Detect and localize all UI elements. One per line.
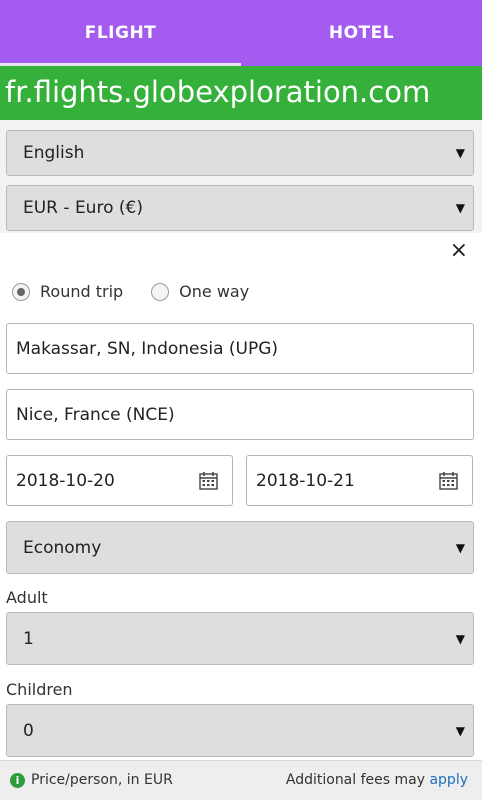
origin-value: Makassar, SN, Indonesia (UPG) (16, 338, 279, 359)
destination-value: Nice, France (NCE) (16, 404, 175, 425)
info-icon: i (10, 772, 25, 788)
currency-value: EUR - Euro (€) (23, 198, 143, 218)
caret-down-icon: ▼ (455, 723, 465, 738)
cabin-class-select[interactable]: Economy ▼ (6, 521, 474, 574)
language-select[interactable]: English ▼ (6, 130, 474, 176)
one-way-label[interactable]: One way (179, 282, 249, 301)
adult-value: 1 (23, 628, 34, 649)
tab-hotel-label: HOTEL (328, 23, 395, 43)
tab-hotel[interactable]: HOTEL (241, 0, 482, 66)
calendar-icon[interactable] (199, 471, 218, 490)
price-note: i Price/person, in EUR (10, 772, 173, 788)
children-value: 0 (23, 720, 34, 741)
tab-bar: FLIGHT HOTEL (0, 0, 482, 66)
fees-text: Additional fees may (285, 772, 426, 788)
currency-select[interactable]: EUR - Euro (€) ▼ (6, 185, 474, 231)
adult-label: Adult (6, 588, 48, 607)
round-trip-radio[interactable] (12, 282, 30, 301)
caret-down-icon: ▼ (455, 146, 465, 160)
return-date-value: 2018-10-21 (256, 470, 355, 491)
return-date-field[interactable]: 2018-10-21 (246, 455, 473, 506)
destination-field[interactable]: Nice, France (NCE) (6, 389, 474, 440)
close-icon[interactable]: × (450, 240, 468, 262)
price-note-text: Price/person, in EUR (31, 772, 173, 788)
calendar-icon[interactable] (439, 471, 458, 490)
domain-banner: fr.flights.globexploration.com (0, 66, 482, 120)
cabin-class-value: Economy (23, 537, 102, 558)
tab-flight-label: FLIGHT (84, 23, 157, 43)
footer-bar: i Price/person, in EUR Additional fees m… (0, 760, 482, 800)
fees-note: Additional fees may apply (286, 772, 468, 788)
origin-field[interactable]: Makassar, SN, Indonesia (UPG) (6, 323, 474, 374)
caret-down-icon: ▼ (455, 631, 465, 646)
fees-apply-link[interactable]: apply (429, 772, 468, 788)
tab-flight[interactable]: FLIGHT (0, 0, 241, 66)
one-way-radio[interactable] (151, 282, 170, 301)
depart-date-value: 2018-10-20 (16, 470, 115, 491)
children-select[interactable]: 0 ▼ (6, 704, 474, 757)
caret-down-icon: ▼ (455, 540, 465, 555)
round-trip-label[interactable]: Round trip (40, 282, 123, 301)
language-value: English (23, 143, 85, 163)
caret-down-icon: ▼ (455, 201, 465, 215)
children-label: Children (6, 680, 73, 699)
adult-select[interactable]: 1 ▼ (6, 612, 474, 665)
depart-date-field[interactable]: 2018-10-20 (6, 455, 233, 506)
trip-type-group: Round trip One way (12, 282, 277, 301)
